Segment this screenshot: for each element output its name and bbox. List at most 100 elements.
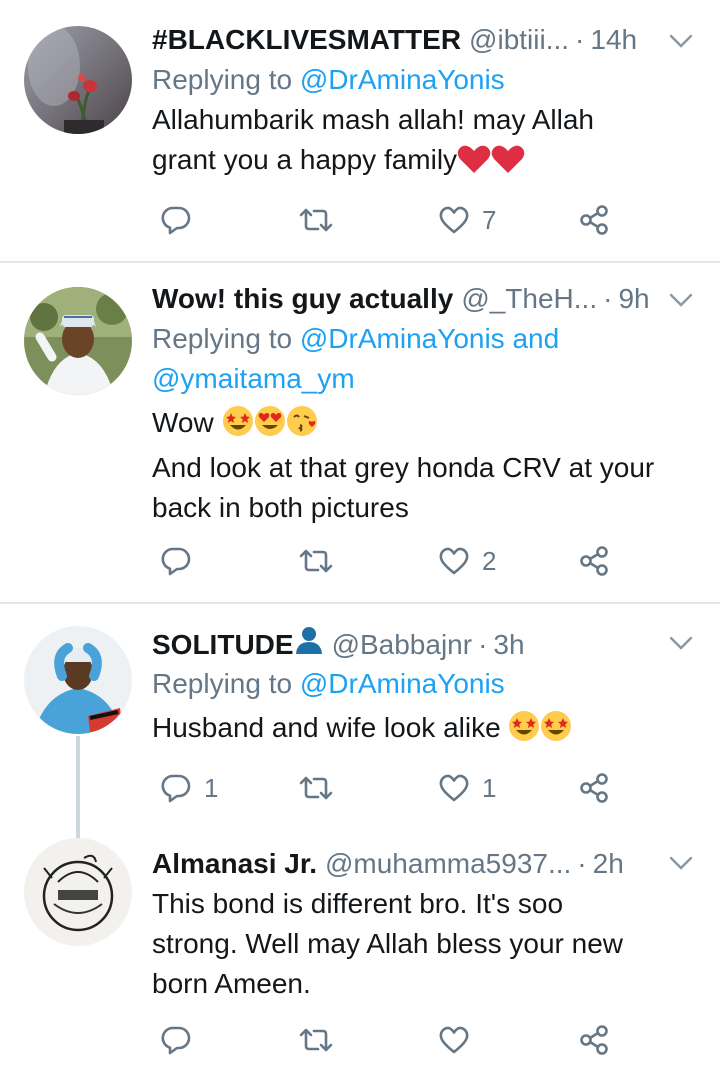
star-struck-emoji-icon: [222, 405, 254, 448]
replying-to: Replying to @DrAminaYonis and: [152, 319, 700, 359]
share-icon: [580, 773, 608, 803]
mention-link[interactable]: @DrAminaYonis: [300, 64, 505, 95]
tweet-header: Almanasi Jr. @muhamma5937... · 2h: [152, 844, 700, 884]
replying-to-label: Replying to: [152, 323, 293, 354]
mention-link[interactable]: @ymaitama_ym: [152, 363, 355, 394]
mention-link[interactable]: @DrAminaYonis: [300, 668, 505, 699]
user-handle[interactable]: @muhamma5937...: [325, 844, 571, 884]
reply-button[interactable]: [160, 200, 204, 240]
timestamp[interactable]: 2h: [593, 844, 624, 884]
tweet-header: #BLACKLIVESMATTER @ibtiii... · 14h: [152, 20, 700, 60]
red-heart-emoji-icon: [491, 144, 525, 185]
reply-icon: [161, 1026, 191, 1055]
tweet-text: Wow And look at that grey honda CRV at y…: [152, 403, 700, 528]
avatar[interactable]: [24, 26, 132, 134]
share-button[interactable]: [578, 200, 610, 240]
face-blowing-kiss-emoji-icon: [286, 405, 318, 448]
avatar[interactable]: [24, 838, 132, 946]
like-button[interactable]: 1: [438, 768, 496, 808]
like-button[interactable]: 2: [438, 541, 496, 581]
separator-dot: ·: [575, 24, 585, 55]
reply-button[interactable]: [160, 1020, 204, 1060]
tweet-header: Wow! this guy actually @_TheH... · 9h: [152, 279, 700, 319]
heart-eyes-emoji-icon: [254, 405, 286, 448]
like-count: 2: [482, 545, 497, 576]
tweet-card[interactable]: SOLITUDE @Babbajnr · 3h Replying to @DrA…: [0, 604, 720, 838]
mention-and[interactable]: and: [512, 323, 559, 354]
tweet-text-line: grant you a happy family: [152, 144, 458, 175]
tweet-actions: 7: [152, 200, 632, 240]
user-handle[interactable]: @Babbajnr: [332, 625, 473, 664]
like-button[interactable]: [438, 1020, 482, 1060]
tweet-header: SOLITUDE @Babbajnr · 3h: [152, 624, 700, 664]
retweet-button[interactable]: [298, 200, 346, 240]
heart-icon: [439, 1026, 469, 1054]
heart-icon: [439, 774, 469, 802]
tweet-text-line: Husband and wife look alike: [152, 712, 501, 743]
display-name[interactable]: #BLACKLIVESMATTER: [152, 20, 461, 60]
share-icon: [580, 205, 608, 235]
reply-button[interactable]: 1: [160, 768, 218, 808]
replies-feed: #BLACKLIVESMATTER @ibtiii... · 14h Reply…: [0, 0, 720, 1070]
heart-icon: [439, 547, 469, 575]
share-button[interactable]: [578, 541, 610, 581]
reply-button[interactable]: [160, 541, 204, 581]
replying-to-label: Replying to: [152, 64, 293, 95]
tweet-text: Husband and wife look alike: [152, 708, 700, 753]
replying-to: Replying to @DrAminaYonis: [152, 60, 700, 100]
tweet-text-line: Wow: [152, 407, 214, 438]
reply-count: 1: [204, 772, 219, 803]
tweet-card[interactable]: Almanasi Jr. @muhamma5937... · 2h This b…: [0, 828, 720, 1070]
tweet-text: This bond is different bro. It's soo str…: [152, 884, 700, 1004]
retweet-button[interactable]: [298, 768, 346, 808]
like-button[interactable]: 7: [438, 200, 496, 240]
red-heart-emoji-icon: [457, 144, 491, 185]
share-button[interactable]: [578, 768, 610, 808]
retweet-button[interactable]: [298, 541, 346, 581]
tweet-actions: 2: [152, 541, 632, 581]
share-icon: [580, 1025, 608, 1055]
chevron-down-icon[interactable]: [668, 287, 694, 313]
tweet-text-line: born Ameen.: [152, 968, 311, 999]
chevron-down-icon[interactable]: [668, 28, 694, 54]
tweet-card[interactable]: #BLACKLIVESMATTER @ibtiii... · 14h Reply…: [0, 0, 720, 262]
retweet-icon: [299, 549, 333, 573]
display-name[interactable]: Wow! this guy actually: [152, 279, 453, 319]
avatar[interactable]: [24, 287, 132, 395]
tweet-actions: 1 1: [152, 768, 632, 808]
user-handle[interactable]: @ibtiii...: [469, 20, 569, 60]
tweet-actions: [152, 1020, 632, 1060]
chevron-down-icon[interactable]: [668, 850, 694, 876]
timestamp[interactable]: 3h: [493, 625, 524, 664]
share-icon: [580, 546, 608, 576]
tweet-text-line: strong. Well may Allah bless your new: [152, 928, 624, 959]
display-name[interactable]: Almanasi Jr.: [152, 844, 317, 884]
retweet-icon: [299, 208, 333, 232]
chevron-down-icon[interactable]: [668, 630, 694, 656]
separator-dot: ·: [478, 629, 488, 660]
timestamp[interactable]: 9h: [618, 279, 649, 319]
avatar[interactable]: [24, 626, 132, 734]
like-count: 7: [482, 204, 497, 235]
heart-icon: [439, 206, 469, 234]
retweet-icon: [299, 776, 333, 800]
user-handle[interactable]: @_TheH...: [461, 279, 597, 319]
tweet-text: Allahumbarik mash allah! may Allah grant…: [152, 100, 700, 185]
separator-dot: ·: [603, 283, 613, 314]
star-struck-emoji-icon: [540, 710, 572, 753]
separator-dot: ·: [577, 848, 587, 879]
tweet-text-line: This bond is different bro. It's soo: [152, 888, 564, 919]
tweet-text-line: And look at that grey honda CRV at your: [152, 452, 655, 483]
star-struck-emoji-icon: [508, 710, 540, 753]
retweet-button[interactable]: [298, 1020, 346, 1060]
timestamp[interactable]: 14h: [590, 20, 637, 60]
replying-to-label: Replying to: [152, 668, 293, 699]
reply-icon: [161, 206, 191, 235]
display-name[interactable]: SOLITUDE: [152, 625, 294, 664]
replying-to: Replying to @DrAminaYonis: [152, 664, 700, 704]
tweet-card[interactable]: Wow! this guy actually @_TheH... · 9h Re…: [0, 263, 720, 602]
reply-icon: [161, 774, 191, 803]
like-count: 1: [482, 772, 497, 803]
share-button[interactable]: [578, 1020, 610, 1060]
mention-link[interactable]: @DrAminaYonis: [300, 323, 505, 354]
